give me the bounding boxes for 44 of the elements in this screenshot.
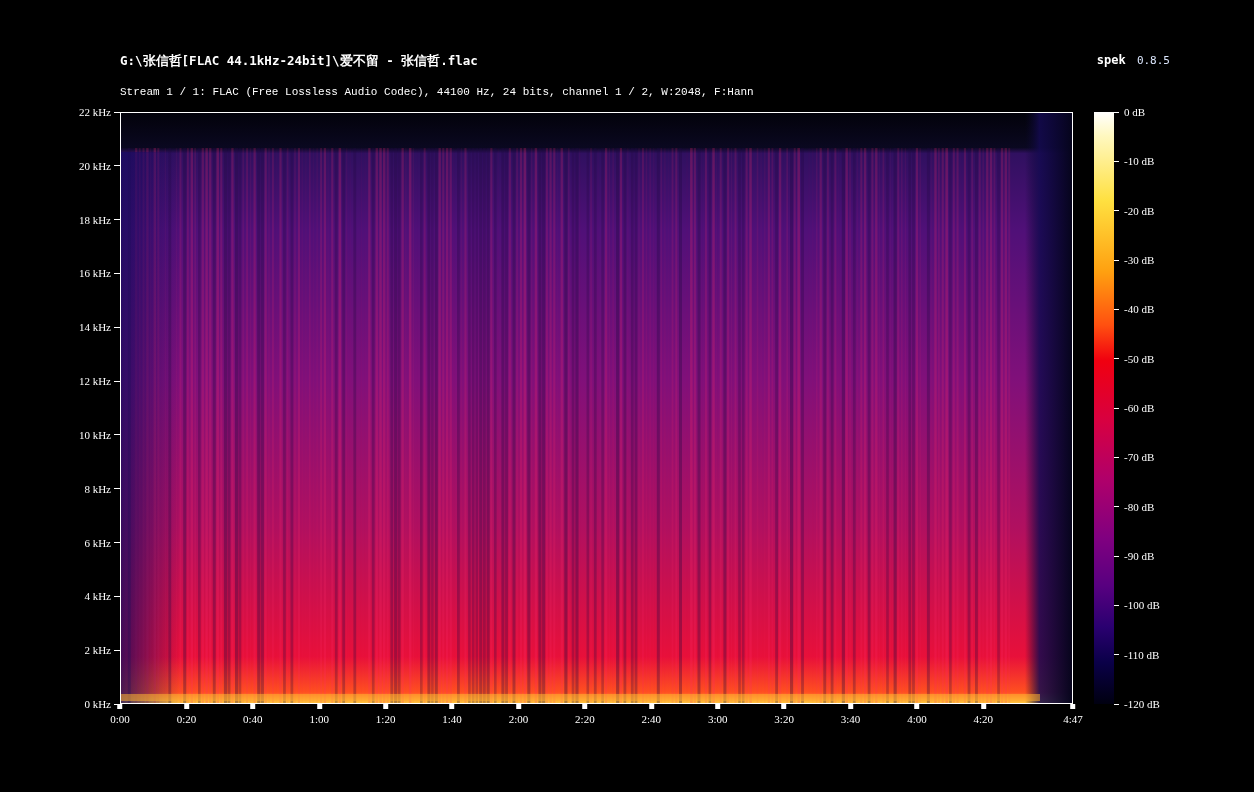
frequency-label: 4 kHz (84, 590, 111, 603)
decibel-label: -100 dB (1124, 599, 1160, 612)
time-label: 1:00 (309, 713, 329, 725)
app-name: spek (1096, 53, 1126, 67)
time-label: 0:00 (110, 713, 130, 725)
time-label: 0:40 (243, 713, 263, 725)
time-label: 2:40 (641, 713, 662, 725)
file-path-title: G:\张信哲[FLAC 44.1kHz-24bit]\爱不留 - 张信哲.flac (120, 53, 479, 70)
decibel-label: -90 dB (1124, 550, 1155, 562)
decibel-label: 0 dB (1124, 106, 1146, 118)
decibel-label: -70 dB (1124, 451, 1155, 464)
frequency-label: 16 kHz (78, 267, 111, 280)
frequency-label: 20 kHz (78, 159, 111, 172)
decibel-label: -110 dB (1124, 648, 1160, 661)
frequency-label: 18 kHz (78, 213, 111, 226)
frequency-label: 0 kHz (84, 698, 111, 710)
decibel-label: -10 dB (1124, 155, 1155, 168)
frequency-label: 12 kHz (78, 375, 111, 388)
app-version: 0.8.5 (1136, 54, 1170, 67)
frequency-label: 10 kHz (78, 428, 111, 441)
decibel-label: -30 dB (1124, 254, 1155, 266)
time-label: 3:20 (774, 713, 794, 725)
frequency-label: 8 kHz (84, 482, 111, 495)
decibel-label: -20 dB (1124, 204, 1155, 217)
decibel-label: -80 dB (1124, 500, 1155, 513)
time-label: 3:40 (840, 713, 861, 725)
decibel-label: -50 dB (1124, 352, 1155, 365)
frequency-label: 6 kHz (84, 536, 111, 549)
time-label: 0:20 (176, 713, 197, 725)
time-label: 2:00 (508, 713, 529, 725)
time-label: 4:00 (907, 713, 927, 725)
time-label: 2:20 (575, 713, 595, 725)
frequency-label: 2 kHz (84, 644, 111, 657)
time-label: 1:40 (442, 713, 462, 725)
frequency-label: 22 kHz (78, 106, 111, 118)
frequency-label: 14 kHz (78, 321, 111, 334)
decibel-label: -120 dB (1124, 698, 1160, 710)
time-label: 4:20 (973, 713, 994, 725)
decibel-label: -40 dB (1124, 303, 1155, 316)
time-label: 1:20 (375, 713, 396, 725)
stream-info: Stream 1 / 1: FLAC (Free Lossless Audio Codec), 44100 Hz, 24 bits, channel 1 / 2, W:2048, F:Hann (120, 86, 754, 98)
time-label: 3:00 (707, 713, 728, 725)
decibel-label: -60 dB (1124, 402, 1155, 414)
time-label: 4:47 (1063, 713, 1083, 725)
